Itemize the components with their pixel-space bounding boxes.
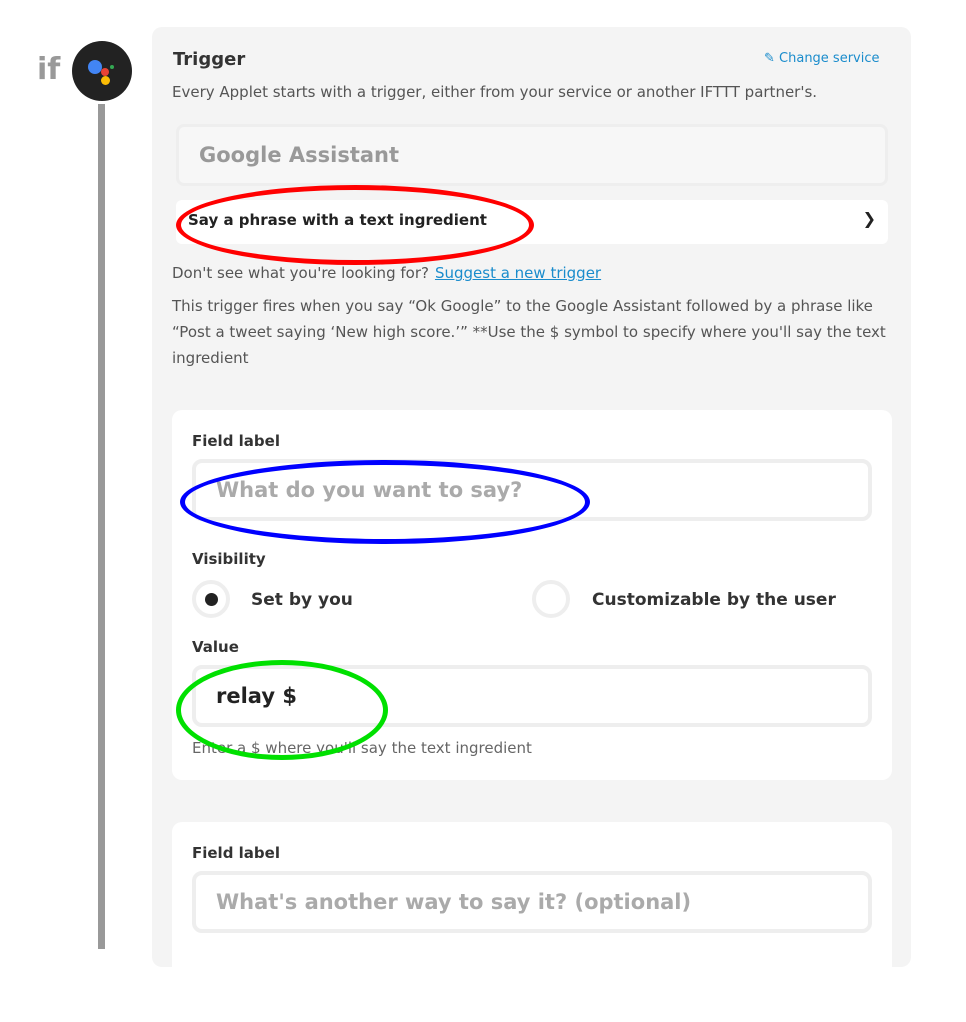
value-hint: Enter a $ where you'll say the text ingr…	[192, 739, 532, 757]
suggest-trigger-link[interactable]: Suggest a new trigger	[435, 264, 601, 282]
pencil-icon: ✎	[764, 51, 780, 66]
change-service-label: Change service	[779, 51, 880, 66]
value-input[interactable]: relay $	[192, 665, 872, 727]
alternate-phrase-input[interactable]: What's another way to say it? (optional)	[192, 871, 872, 933]
trigger-description: This trigger fires when you say “Ok Goog…	[172, 297, 886, 367]
value-heading: Value	[192, 638, 239, 656]
trigger-panel: Trigger ✎ Change service Every Applet st…	[152, 27, 911, 1022]
timeline-line	[98, 104, 105, 949]
trigger-title: Trigger	[173, 49, 246, 70]
field-label-input[interactable]: What do you want to say?	[192, 459, 872, 521]
field-card-2: Field label What's another way to say it…	[172, 822, 892, 1022]
google-assistant-icon	[72, 41, 132, 101]
chevron-down-icon: ❯	[862, 209, 876, 228]
service-field: Google Assistant	[176, 124, 888, 186]
radio-set-by-you-label: Set by you	[251, 590, 353, 610]
field-card-1: Field label What do you want to say? Vis…	[172, 410, 892, 780]
trigger-subtitle: Every Applet starts with a trigger, eith…	[172, 83, 818, 101]
field-label-heading: Field label	[192, 432, 280, 450]
radio-customizable-label: Customizable by the user	[592, 590, 836, 610]
change-service-link[interactable]: ✎ Change service	[764, 51, 880, 66]
radio-set-by-you[interactable]	[192, 580, 230, 618]
if-label: if	[37, 52, 61, 87]
visibility-heading: Visibility	[192, 550, 266, 568]
field-label-heading-2: Field label	[192, 844, 280, 862]
trigger-select-value: Say a phrase with a text ingredient	[188, 211, 487, 229]
radio-customizable[interactable]	[532, 580, 570, 618]
dont-see-text: Don't see what you're looking for?	[172, 264, 429, 282]
trigger-select[interactable]: Say a phrase with a text ingredient ❯	[176, 200, 888, 244]
suggest-row: Don't see what you're looking for? Sugges…	[172, 264, 601, 282]
